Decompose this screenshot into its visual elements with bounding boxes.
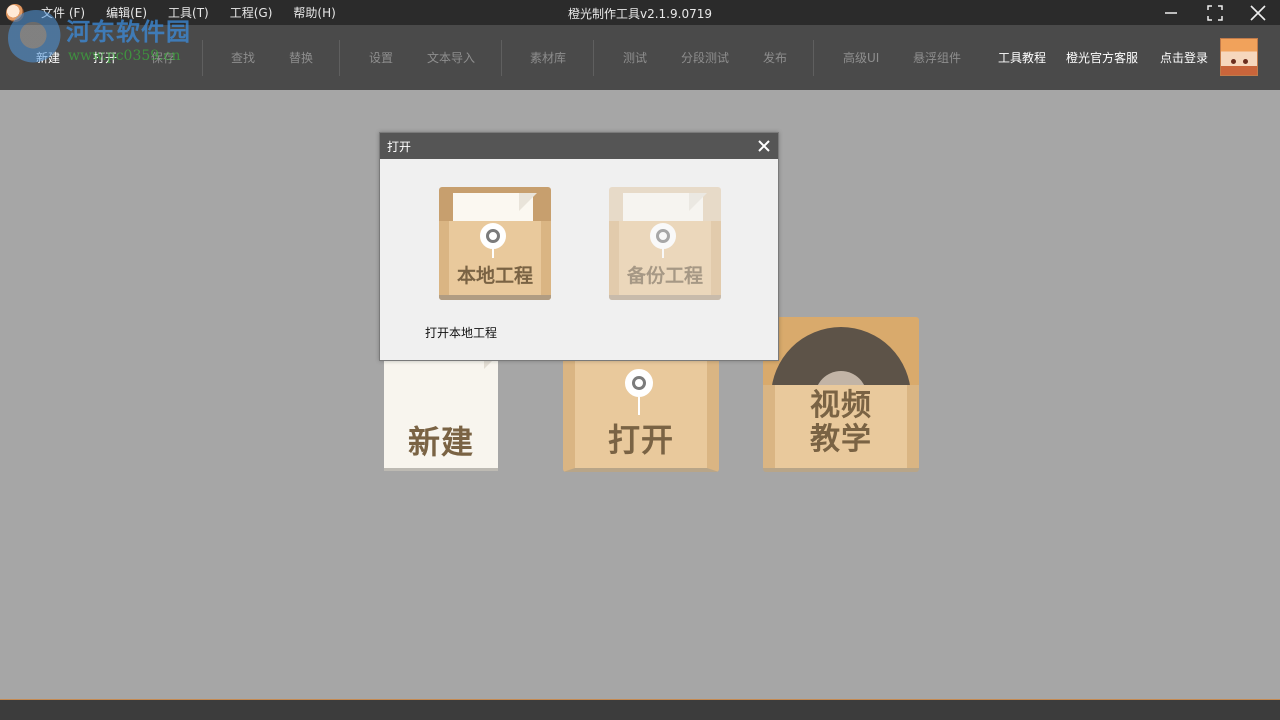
new-project-tile[interactable]: 新建: [384, 355, 498, 471]
dialog-hint-text: 打开本地工程: [425, 326, 498, 340]
maximize-button[interactable]: [1193, 0, 1237, 25]
local-project-button[interactable]: 本地工程: [439, 187, 551, 300]
new-project-label: 新建: [407, 423, 474, 461]
menu-tools[interactable]: 工具(T): [157, 4, 219, 21]
local-project-label: 本地工程: [456, 265, 533, 287]
status-bar: [0, 699, 1280, 720]
menu-project[interactable]: 工程(G): [219, 4, 283, 21]
menu-edit[interactable]: 编辑(E): [95, 4, 157, 21]
toolbar-login-link[interactable]: 点击登录: [1160, 49, 1208, 66]
toolbar-find-button[interactable]: 查找: [231, 49, 255, 66]
toolbar-test-button[interactable]: 测试: [623, 49, 647, 66]
backup-project-button[interactable]: 备份工程: [609, 187, 721, 300]
folder-string: [492, 248, 494, 258]
folder-string: [662, 248, 664, 258]
dialog-header: 打开: [380, 133, 778, 159]
toolbar-divider: [339, 40, 340, 76]
avatar-eye: [1231, 59, 1236, 64]
video-tutorial-label-line2: 教学: [810, 422, 872, 457]
toolbar-floating-component-button[interactable]: 悬浮组件: [913, 49, 961, 66]
toolbar-segment-test-button[interactable]: 分段测试: [681, 49, 729, 66]
avatar-eye: [1243, 59, 1248, 64]
dialog-title: 打开: [387, 140, 412, 154]
toolbar-divider: [202, 40, 203, 76]
video-tutorial-tile[interactable]: 视频 教学: [763, 317, 919, 472]
menu-file[interactable]: 文件 (F): [30, 4, 95, 21]
toolbar-text-import-button[interactable]: 文本导入: [427, 49, 475, 66]
user-avatar[interactable]: [1220, 38, 1258, 76]
open-project-tile[interactable]: 打开: [563, 355, 719, 472]
toolbar-divider: [501, 40, 502, 76]
paper-fold: [689, 193, 707, 211]
folder-bottom: [609, 295, 721, 300]
toolbar-tutorial-link[interactable]: 工具教程: [998, 49, 1046, 66]
toolbar-replace-button[interactable]: 替换: [289, 49, 313, 66]
open-dialog: 打开 本地工程 备份工程 打开本地工程: [379, 132, 779, 361]
folder-bottom: [439, 295, 551, 300]
toolbar-official-support-link[interactable]: 橙光官方客服: [1066, 49, 1138, 66]
minimize-icon: [1165, 11, 1177, 14]
folder-clasp-icon: [650, 223, 676, 249]
toolbar-divider: [593, 40, 594, 76]
paper-fold: [519, 193, 537, 211]
toolbar-asset-library-button[interactable]: 素材库: [530, 49, 566, 66]
minimize-button[interactable]: [1149, 0, 1193, 25]
video-tutorial-label-line1: 视频: [810, 388, 872, 423]
toolbar-divider: [813, 40, 814, 76]
disc-sleeve: 视频 教学: [763, 385, 919, 468]
open-project-label: 打开: [607, 421, 674, 459]
title-bar: 文件 (F) 编辑(E) 工具(T) 工程(G) 帮助(H) 橙光制作工具v2.…: [0, 0, 1280, 25]
toolbar: 新建 打开 保存 查找 替换 设置 文本导入 素材库 测试 分段测试 发布 高级…: [0, 25, 1280, 90]
folder-clasp-icon: [480, 223, 506, 249]
menu-help[interactable]: 帮助(H): [282, 4, 345, 21]
app-logo-icon: [6, 4, 24, 22]
toolbar-save-button[interactable]: 保存: [151, 49, 175, 66]
dialog-close-icon[interactable]: [756, 138, 772, 154]
close-icon: [1250, 4, 1266, 21]
folder-clasp-icon: [625, 369, 653, 397]
toolbar-new-button[interactable]: 新建: [36, 49, 60, 66]
maximize-icon: [1207, 4, 1223, 21]
folder-string: [638, 397, 640, 415]
toolbar-settings-button[interactable]: 设置: [369, 49, 393, 66]
backup-project-label: 备份工程: [626, 265, 703, 287]
toolbar-publish-button[interactable]: 发布: [763, 49, 787, 66]
toolbar-advanced-ui-button[interactable]: 高级UI: [843, 49, 879, 66]
close-window-button[interactable]: [1236, 0, 1280, 25]
toolbar-open-button[interactable]: 打开: [93, 49, 117, 66]
menu-bar: 文件 (F) 编辑(E) 工具(T) 工程(G) 帮助(H): [30, 0, 346, 25]
